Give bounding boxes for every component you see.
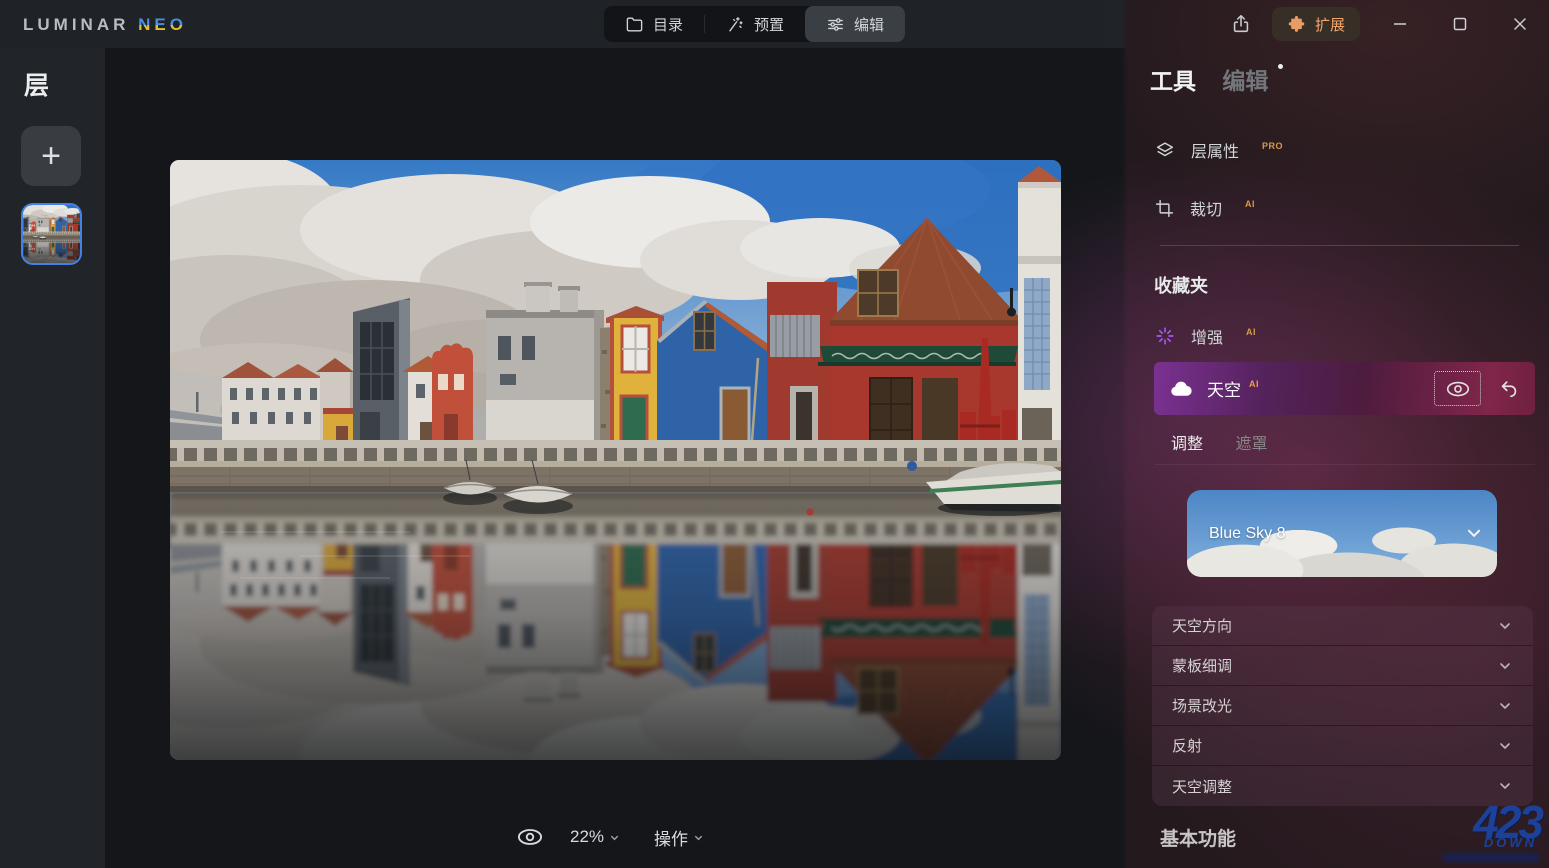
tab-catalog[interactable]: 目录 xyxy=(604,6,704,42)
chevron-down-icon xyxy=(1497,658,1513,674)
tool-layer-properties[interactable]: 层属性 PRO xyxy=(1154,128,1529,172)
add-layer-button[interactable]: + xyxy=(21,126,81,186)
tab-presets-label: 预置 xyxy=(754,14,784,35)
section-label: 场景改光 xyxy=(1172,695,1232,716)
main-tabstrip: 目录 预置 编辑 xyxy=(604,6,905,42)
tool-label: 层属性 xyxy=(1191,138,1239,162)
dropdown-chevron-down-icon xyxy=(1465,524,1483,542)
pro-badge: PRO xyxy=(1262,141,1283,151)
tools-panel: 工具 编辑 层属性 PRO 裁切 AI 收藏夹 增强 AI xyxy=(1128,0,1549,868)
basic-functions-header: 基本功能 xyxy=(1160,824,1236,851)
sparkle-icon xyxy=(1154,325,1176,347)
sliders-icon xyxy=(826,15,845,34)
tool-sky-selected[interactable]: 天空 AI xyxy=(1154,362,1535,415)
subtab-adjust[interactable]: 调整 xyxy=(1171,436,1203,453)
tool-label: 增强 xyxy=(1191,324,1223,348)
tab-edit[interactable]: 编辑 xyxy=(805,6,905,42)
chevron-down-icon xyxy=(1497,738,1513,754)
logo-accent: NEO xyxy=(138,15,187,34)
section-label: 蒙板细调 xyxy=(1172,655,1232,676)
section-label: 天空方向 xyxy=(1172,615,1232,636)
subtab-separator xyxy=(1154,464,1535,465)
section-sky-orientation[interactable]: 天空方向 xyxy=(1152,606,1533,646)
edits-notification-dot xyxy=(1278,64,1283,69)
actions-menu[interactable]: 操作 xyxy=(654,825,688,850)
tool-label: 裁切 xyxy=(1190,196,1222,220)
ai-badge: AI xyxy=(1245,199,1255,209)
tool-label: 天空 xyxy=(1207,376,1241,401)
actions-chevron-down-icon[interactable] xyxy=(693,832,704,843)
section-label: 天空调整 xyxy=(1172,776,1232,797)
sky-visibility-button[interactable] xyxy=(1434,371,1481,406)
ai-badge: AI xyxy=(1246,327,1256,337)
sky-subtabs: 调整 遮罩 xyxy=(1171,430,1267,454)
section-label: 反射 xyxy=(1172,735,1202,756)
folder-icon xyxy=(625,15,644,34)
sky-preset-value: Blue Sky 8 xyxy=(1209,525,1285,543)
undo-icon xyxy=(1498,378,1520,400)
zoom-level[interactable]: 22% xyxy=(570,827,604,847)
ai-badge: AI xyxy=(1249,379,1259,389)
tab-presets[interactable]: 预置 xyxy=(705,6,805,42)
layer-thumbnail-image xyxy=(23,205,80,263)
panel-divider xyxy=(1160,245,1519,246)
photo-canvas[interactable] xyxy=(170,160,1061,760)
watermark-blur-line xyxy=(1443,853,1539,862)
tools-panel-header: 工具 编辑 xyxy=(1150,62,1283,96)
luminar-neo-window: LUMINAR NEO 目录 预置 编辑 xyxy=(0,0,1549,868)
sky-reset-button[interactable] xyxy=(1495,375,1523,403)
wand-icon xyxy=(726,15,745,34)
tool-crop[interactable]: 裁切 AI xyxy=(1154,186,1529,230)
app-logo: LUMINAR NEO xyxy=(23,15,187,35)
zoom-chevron-down-icon[interactable] xyxy=(609,832,620,843)
tab-catalog-label: 目录 xyxy=(653,14,683,35)
chevron-down-icon xyxy=(1497,778,1513,794)
section-reflection[interactable]: 反射 xyxy=(1152,726,1533,766)
chevron-down-icon xyxy=(1497,698,1513,714)
tool-enhance[interactable]: 增强 AI xyxy=(1154,314,1529,358)
eye-icon xyxy=(1445,379,1471,399)
canal-photo xyxy=(170,160,1061,760)
sky-sections-list: 天空方向 蒙板细调 场景改光 反射 天空调整 xyxy=(1152,606,1533,806)
subtab-mask[interactable]: 遮罩 xyxy=(1235,436,1267,453)
layers-panel-title: 层 xyxy=(24,66,49,102)
layer-thumbnail[interactable] xyxy=(21,203,82,265)
section-mask-refinement[interactable]: 蒙板细调 xyxy=(1152,646,1533,686)
compare-eye-button[interactable] xyxy=(516,826,544,848)
logo-brand: LUMINAR xyxy=(23,15,129,34)
layers-icon xyxy=(1154,139,1176,161)
cloud-icon xyxy=(1169,379,1194,399)
crop-icon xyxy=(1154,198,1175,219)
tab-edit-label: 编辑 xyxy=(854,14,884,35)
tools-tab[interactable]: 工具 xyxy=(1150,68,1196,94)
section-scene-relight[interactable]: 场景改光 xyxy=(1152,686,1533,726)
edits-tab[interactable]: 编辑 xyxy=(1222,68,1268,94)
sky-preset-dropdown[interactable]: Blue Sky 8 xyxy=(1187,490,1497,577)
chevron-down-icon xyxy=(1497,618,1513,634)
favorites-header: 收藏夹 xyxy=(1154,272,1208,298)
watermark: 423 DOWN xyxy=(1411,799,1541,866)
canvas-toolbar: 22% 操作 xyxy=(516,822,704,852)
